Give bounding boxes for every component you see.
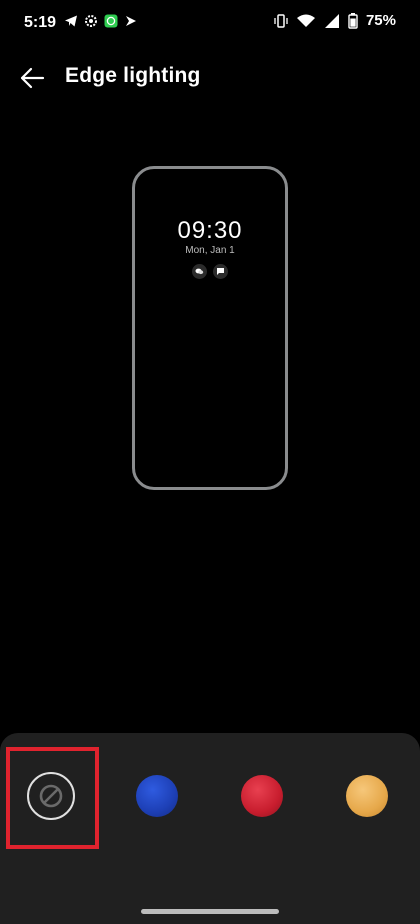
status-time: 5:19 [24, 14, 57, 31]
battery-icon [348, 12, 358, 29]
preview-clock: 09:30 [177, 217, 243, 244]
preview-notification-icons [135, 264, 285, 279]
page-title: Edge lighting [65, 64, 201, 87]
status-right-icons: 75% [274, 12, 396, 29]
color-option-blue[interactable] [136, 775, 178, 817]
telegram-icon [64, 14, 78, 28]
color-option-red[interactable] [241, 775, 283, 817]
settings-icon [84, 14, 98, 28]
app-bar: Edge lighting [0, 50, 420, 106]
no-symbol-icon [39, 784, 63, 808]
color-option-none[interactable] [27, 772, 75, 820]
wechat-icon [192, 264, 207, 279]
vibrate-icon [274, 13, 288, 29]
status-bar: 5:19 75% [0, 0, 420, 50]
feedly-icon [124, 14, 138, 28]
preview-date: Mon, Jan 1 [185, 245, 235, 256]
arrow-back-icon [20, 67, 45, 89]
whatsapp-icon [104, 14, 118, 28]
gesture-navigation-bar[interactable] [141, 909, 279, 914]
status-left-icons [64, 14, 138, 28]
edge-lighting-preview: 09:30 Mon, Jan 1 [132, 166, 288, 490]
wifi-icon [296, 13, 316, 29]
back-button[interactable] [16, 62, 48, 94]
signal-icon [324, 13, 340, 29]
color-option-gold[interactable] [346, 775, 388, 817]
screen: 5:19 75% Edge lighting 09:30 Mon, Jan 1 [0, 0, 420, 924]
message-icon [213, 264, 228, 279]
color-picker-sheet [0, 733, 420, 924]
battery-percent: 75% [365, 12, 396, 29]
